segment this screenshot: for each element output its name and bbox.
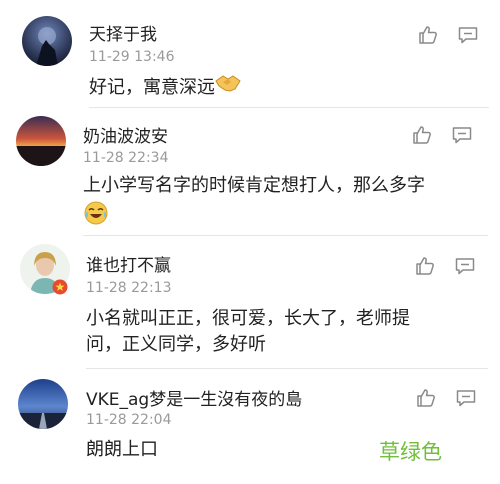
thumbs-up-icon[interactable] — [417, 24, 439, 46]
thumbs-up-icon[interactable] — [415, 387, 437, 409]
handshake-emoji — [215, 72, 241, 104]
comment-text-line: 问，正义同学，多好听 — [86, 334, 266, 355]
comment-author[interactable]: VKE_ag梦是一生沒有夜的島 — [86, 385, 302, 410]
comment-time: 11-28 22:04 — [86, 412, 172, 428]
divider — [89, 107, 489, 108]
avatar[interactable] — [22, 16, 72, 66]
thumbs-up-icon[interactable] — [411, 124, 433, 146]
comment-author[interactable]: 奶油波波安 — [83, 122, 168, 147]
crying-laughing-emoji — [83, 200, 109, 230]
comment-text: 上小学写名字的时候肯定想打人，那么多字 — [83, 175, 425, 196]
comment-time: 11-28 22:13 — [86, 280, 172, 296]
watermark: 草绿色 — [379, 440, 442, 464]
vip-badge-icon — [52, 279, 68, 295]
comment-text: 好记，寓意深远 — [89, 72, 241, 104]
comment-icon[interactable] — [451, 124, 473, 146]
comment-time: 11-29 13:46 — [89, 49, 175, 65]
divider — [86, 368, 488, 369]
comment-author[interactable]: 天择于我 — [89, 20, 157, 45]
comment-time: 11-28 22:34 — [83, 150, 169, 166]
avatar[interactable] — [16, 116, 66, 166]
comment-author[interactable]: 谁也打不赢 — [86, 251, 171, 276]
comment-icon[interactable] — [454, 255, 476, 277]
comment-icon[interactable] — [457, 24, 479, 46]
comment-text: 朗朗上口 — [86, 439, 158, 460]
comment-text-content: 好记，寓意深远 — [89, 77, 215, 98]
comment-icon[interactable] — [455, 387, 477, 409]
divider — [83, 235, 488, 236]
thumbs-up-icon[interactable] — [414, 255, 436, 277]
avatar[interactable] — [18, 379, 68, 429]
